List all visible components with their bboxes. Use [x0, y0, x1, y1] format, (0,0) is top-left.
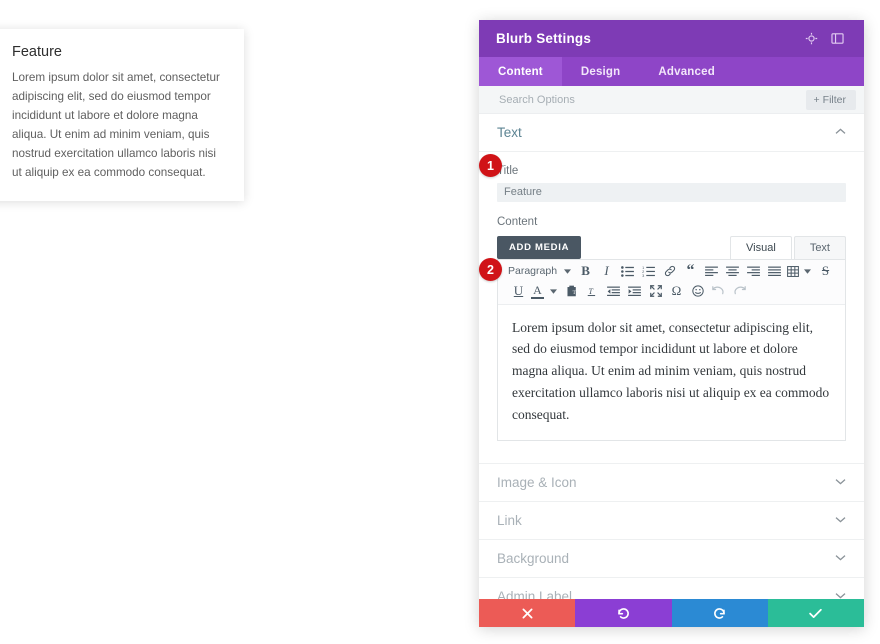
emoji-icon[interactable] — [687, 283, 708, 300]
undo-icon[interactable] — [708, 283, 729, 300]
section-title-image-icon: Image & Icon — [497, 474, 577, 490]
redo-arrow-icon — [714, 607, 725, 619]
content-field-label: Content — [497, 215, 538, 228]
special-character-icon[interactable]: Ω — [666, 283, 687, 300]
align-justify-icon[interactable] — [764, 263, 785, 280]
clear-formatting-icon[interactable]: T — [582, 283, 603, 300]
align-left-icon[interactable] — [701, 263, 722, 280]
editor-mode-tabs: Visual Text — [730, 235, 846, 259]
section-header-link[interactable]: Link — [479, 501, 864, 540]
table-caret-icon[interactable] — [800, 263, 815, 280]
tab-visual[interactable]: Visual — [730, 235, 792, 259]
table-icon[interactable] — [785, 263, 800, 280]
indent-icon[interactable] — [624, 283, 645, 300]
section-title-text: Text — [497, 125, 522, 140]
editor-content-area[interactable]: Lorem ipsum dolor sit amet, consectetur … — [498, 305, 845, 440]
text-color-caret-icon[interactable] — [546, 283, 561, 300]
step-badge-2: 2 — [479, 258, 502, 281]
panel-footer-actions — [479, 599, 864, 627]
layout-toggle-icon[interactable] — [826, 28, 848, 50]
section-title-link: Link — [497, 512, 522, 528]
svg-text:3: 3 — [642, 274, 644, 277]
step-badge-1: 1 — [479, 154, 502, 177]
content-editor: Content ADD MEDIA Visual Text Paragraph — [497, 216, 846, 441]
editor-toolbar: Paragraph B I 1 2 3 “ S U A T T Ω — [498, 259, 845, 305]
blockquote-icon[interactable]: “ — [680, 263, 701, 280]
panel-title: Blurb Settings — [496, 31, 592, 46]
fullscreen-icon[interactable] — [645, 283, 666, 300]
svg-text:T: T — [588, 287, 594, 296]
save-button[interactable] — [767, 599, 864, 627]
undo-arrow-icon — [618, 607, 629, 619]
section-header-text[interactable]: Text — [479, 114, 864, 152]
add-media-button[interactable]: ADD MEDIA — [497, 235, 582, 259]
section-header-background[interactable]: Background — [479, 539, 864, 578]
chevron-down-icon — [835, 553, 846, 564]
editor-toolbar-row-2: U A T T Ω — [502, 283, 841, 300]
target-icon[interactable] — [800, 28, 822, 50]
paste-as-text-icon[interactable]: T — [561, 283, 582, 300]
undo-button[interactable] — [575, 599, 672, 627]
chevron-down-icon — [835, 515, 846, 526]
svg-text:T: T — [572, 290, 576, 296]
check-icon — [809, 608, 823, 618]
panel-body: Text Title Content ADD MEDIA Visual Text — [479, 114, 864, 599]
close-icon — [522, 608, 533, 618]
strikethrough-icon[interactable]: S — [815, 263, 836, 280]
editor-topbar: ADD MEDIA Visual Text — [497, 233, 846, 259]
blurb-preview-card[interactable]: Feature Lorem ipsum dolor sit amet, cons… — [0, 29, 244, 201]
title-field-label: Title — [497, 165, 519, 177]
search-options-row: +Filter — [479, 86, 864, 114]
paragraph-format-caret-icon[interactable] — [560, 263, 575, 280]
section-title-admin-label: Admin Label — [497, 588, 573, 599]
preview-body: Lorem ipsum dolor sit amet, consectetur … — [12, 70, 220, 179]
chevron-down-icon — [835, 591, 846, 599]
plus-icon: + — [813, 93, 820, 106]
tab-design[interactable]: Design — [562, 57, 640, 86]
tab-content[interactable]: Content — [479, 57, 562, 86]
bullet-list-icon[interactable] — [617, 263, 638, 280]
align-right-icon[interactable] — [743, 263, 764, 280]
filter-button[interactable]: + Filter — [805, 89, 856, 110]
editor-box: Paragraph B I 1 2 3 “ S U A T T Ω Lorem … — [497, 258, 846, 441]
tab-advanced[interactable]: Advanced — [639, 57, 734, 86]
panel-header: Blurb Settings — [479, 20, 864, 57]
chevron-up-icon — [835, 127, 846, 138]
search-input[interactable] — [497, 92, 806, 107]
redo-icon[interactable] — [729, 283, 750, 300]
section-header-admin-label[interactable]: Admin Label — [479, 577, 864, 599]
text-color-icon[interactable]: A — [531, 283, 544, 299]
align-center-icon[interactable] — [722, 263, 743, 280]
redo-button[interactable] — [671, 599, 768, 627]
bold-icon[interactable]: B — [575, 263, 596, 280]
cancel-button[interactable] — [479, 599, 576, 627]
link-icon[interactable] — [659, 263, 680, 280]
paragraph-format-select[interactable]: Paragraph — [502, 263, 560, 280]
section-content-text: Title Content ADD MEDIA Visual Text Para — [479, 152, 864, 464]
blurb-settings-panel: Blurb Settings Content Design Advanced +… — [479, 20, 864, 627]
panel-tab-bar: Content Design Advanced — [479, 57, 864, 86]
editor-toolbar-row-1: Paragraph B I 1 2 3 “ S — [502, 263, 841, 280]
filter-button-label: Filter — [822, 93, 846, 106]
numbered-list-icon[interactable]: 1 2 3 — [638, 263, 659, 280]
preview-title: Feature — [12, 44, 62, 60]
outdent-icon[interactable] — [603, 283, 624, 300]
underline-icon[interactable]: U — [502, 283, 529, 300]
italic-icon[interactable]: I — [596, 263, 617, 280]
section-title-background: Background — [497, 550, 570, 566]
section-header-image-icon[interactable]: Image & Icon — [479, 463, 864, 502]
title-input[interactable] — [497, 182, 846, 202]
tab-text[interactable]: Text — [793, 235, 846, 259]
chevron-down-icon — [835, 477, 846, 488]
